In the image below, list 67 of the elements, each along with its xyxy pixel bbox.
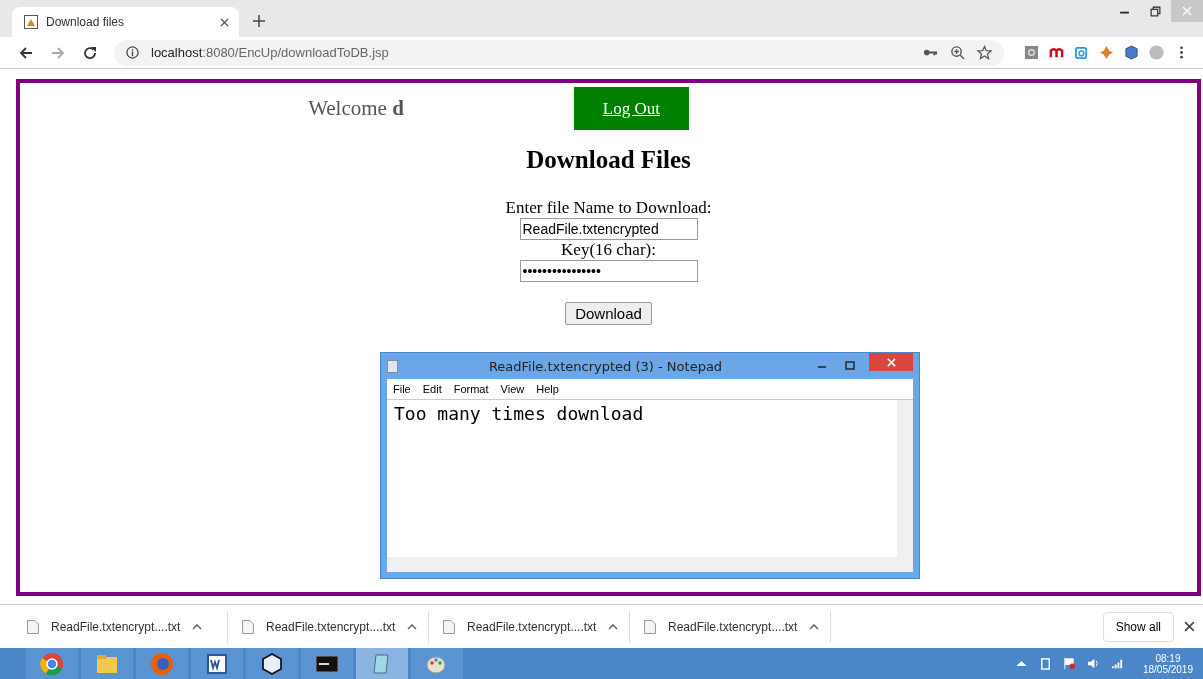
extension-icon[interactable] [1024, 45, 1039, 60]
taskbar-button[interactable] [301, 648, 353, 679]
menu-item[interactable]: Edit [422, 383, 442, 395]
close-icon [886, 357, 896, 367]
flag-icon[interactable] [1062, 657, 1076, 670]
signal-icon[interactable] [1110, 657, 1124, 670]
menu-item[interactable]: File [393, 383, 411, 395]
caret-icon[interactable] [809, 623, 820, 630]
caret-icon[interactable] [407, 623, 418, 630]
download-item[interactable]: ReadFile.txtencrypt....txt [228, 610, 429, 643]
taskbar-button[interactable] [246, 648, 298, 679]
volume-icon[interactable] [1086, 657, 1100, 670]
download-item[interactable]: ReadFile.txtencrypt....txt [25, 610, 228, 643]
file-icon [242, 619, 254, 634]
show-all-button[interactable]: Show all [1102, 611, 1174, 642]
close-icon[interactable] [1184, 621, 1195, 632]
file-name: ReadFile.txtencrypt....txt [467, 619, 597, 634]
clock[interactable]: 08:19 18/05/2019 [1126, 652, 1203, 675]
file-name: ReadFile.txtencrypt....txt [51, 619, 181, 634]
browser-tab[interactable]: Download files [12, 7, 239, 37]
file-icon [443, 619, 455, 634]
close-icon[interactable] [220, 17, 229, 27]
close-icon [1182, 6, 1192, 16]
key-field[interactable]: •••••••••••••••• [519, 260, 698, 282]
star-icon[interactable] [977, 45, 992, 60]
reload-icon[interactable] [82, 44, 98, 61]
page-heading: Download Files [526, 146, 691, 174]
tab-title: Download files [46, 15, 126, 29]
url-text: localhost:8080/EncUp/downloadToDB.jsp [151, 45, 389, 60]
cube-icon [260, 651, 284, 676]
welcome-text: Welcome d [308, 96, 404, 121]
logout-link[interactable]: Log Out [573, 87, 689, 130]
file-icon [27, 619, 39, 634]
window-title: ReadFile.txtencrypted (3) - Notepad [487, 358, 724, 374]
download-item[interactable]: ReadFile.txtencrypt....txt [630, 610, 831, 643]
download-item[interactable]: ReadFile.txtencrypt....txt [429, 610, 630, 643]
menu-item[interactable]: Format [453, 383, 489, 395]
file-name: ReadFile.txtencrypt....txt [668, 619, 798, 634]
menu-item[interactable]: View [500, 383, 525, 395]
back-icon[interactable] [18, 44, 34, 61]
vertical-scrollbar[interactable] [897, 400, 913, 557]
extension-icon[interactable] [1074, 45, 1089, 60]
close-window-button[interactable] [869, 353, 913, 371]
key-label: Key(16 char): [561, 240, 656, 260]
restore-icon[interactable] [1150, 6, 1161, 17]
zoom-icon[interactable] [950, 45, 965, 60]
caret-icon[interactable] [192, 623, 203, 630]
menu-item[interactable]: Help [536, 383, 559, 395]
address-bar[interactable]: localhost:8080/EncUp/downloadToDB.jsp [114, 39, 1004, 66]
horizontal-scrollbar[interactable] [387, 557, 913, 572]
download-button[interactable]: Download [565, 302, 652, 325]
extension-icon[interactable] [1099, 45, 1114, 60]
extension-icon[interactable] [1049, 45, 1064, 60]
file-name-label: Enter file Name to Download: [505, 198, 712, 218]
file-icon [644, 619, 656, 634]
caret-icon[interactable] [608, 623, 619, 630]
cube-icon[interactable] [1124, 45, 1139, 60]
taskbar-button[interactable] [191, 648, 243, 679]
notepad-icon [387, 359, 398, 373]
maximize-icon[interactable] [845, 361, 855, 371]
clock-time: 08:19 [1155, 652, 1181, 664]
clock-date: 18/05/2019 [1142, 663, 1193, 675]
new-tab-icon[interactable] [253, 15, 265, 27]
file-name: ReadFile.txtencrypt....txt [266, 619, 396, 634]
file-name-field[interactable]: ReadFile.txtencrypted [519, 218, 698, 240]
info-icon [126, 46, 139, 59]
favicon-icon [24, 15, 38, 29]
